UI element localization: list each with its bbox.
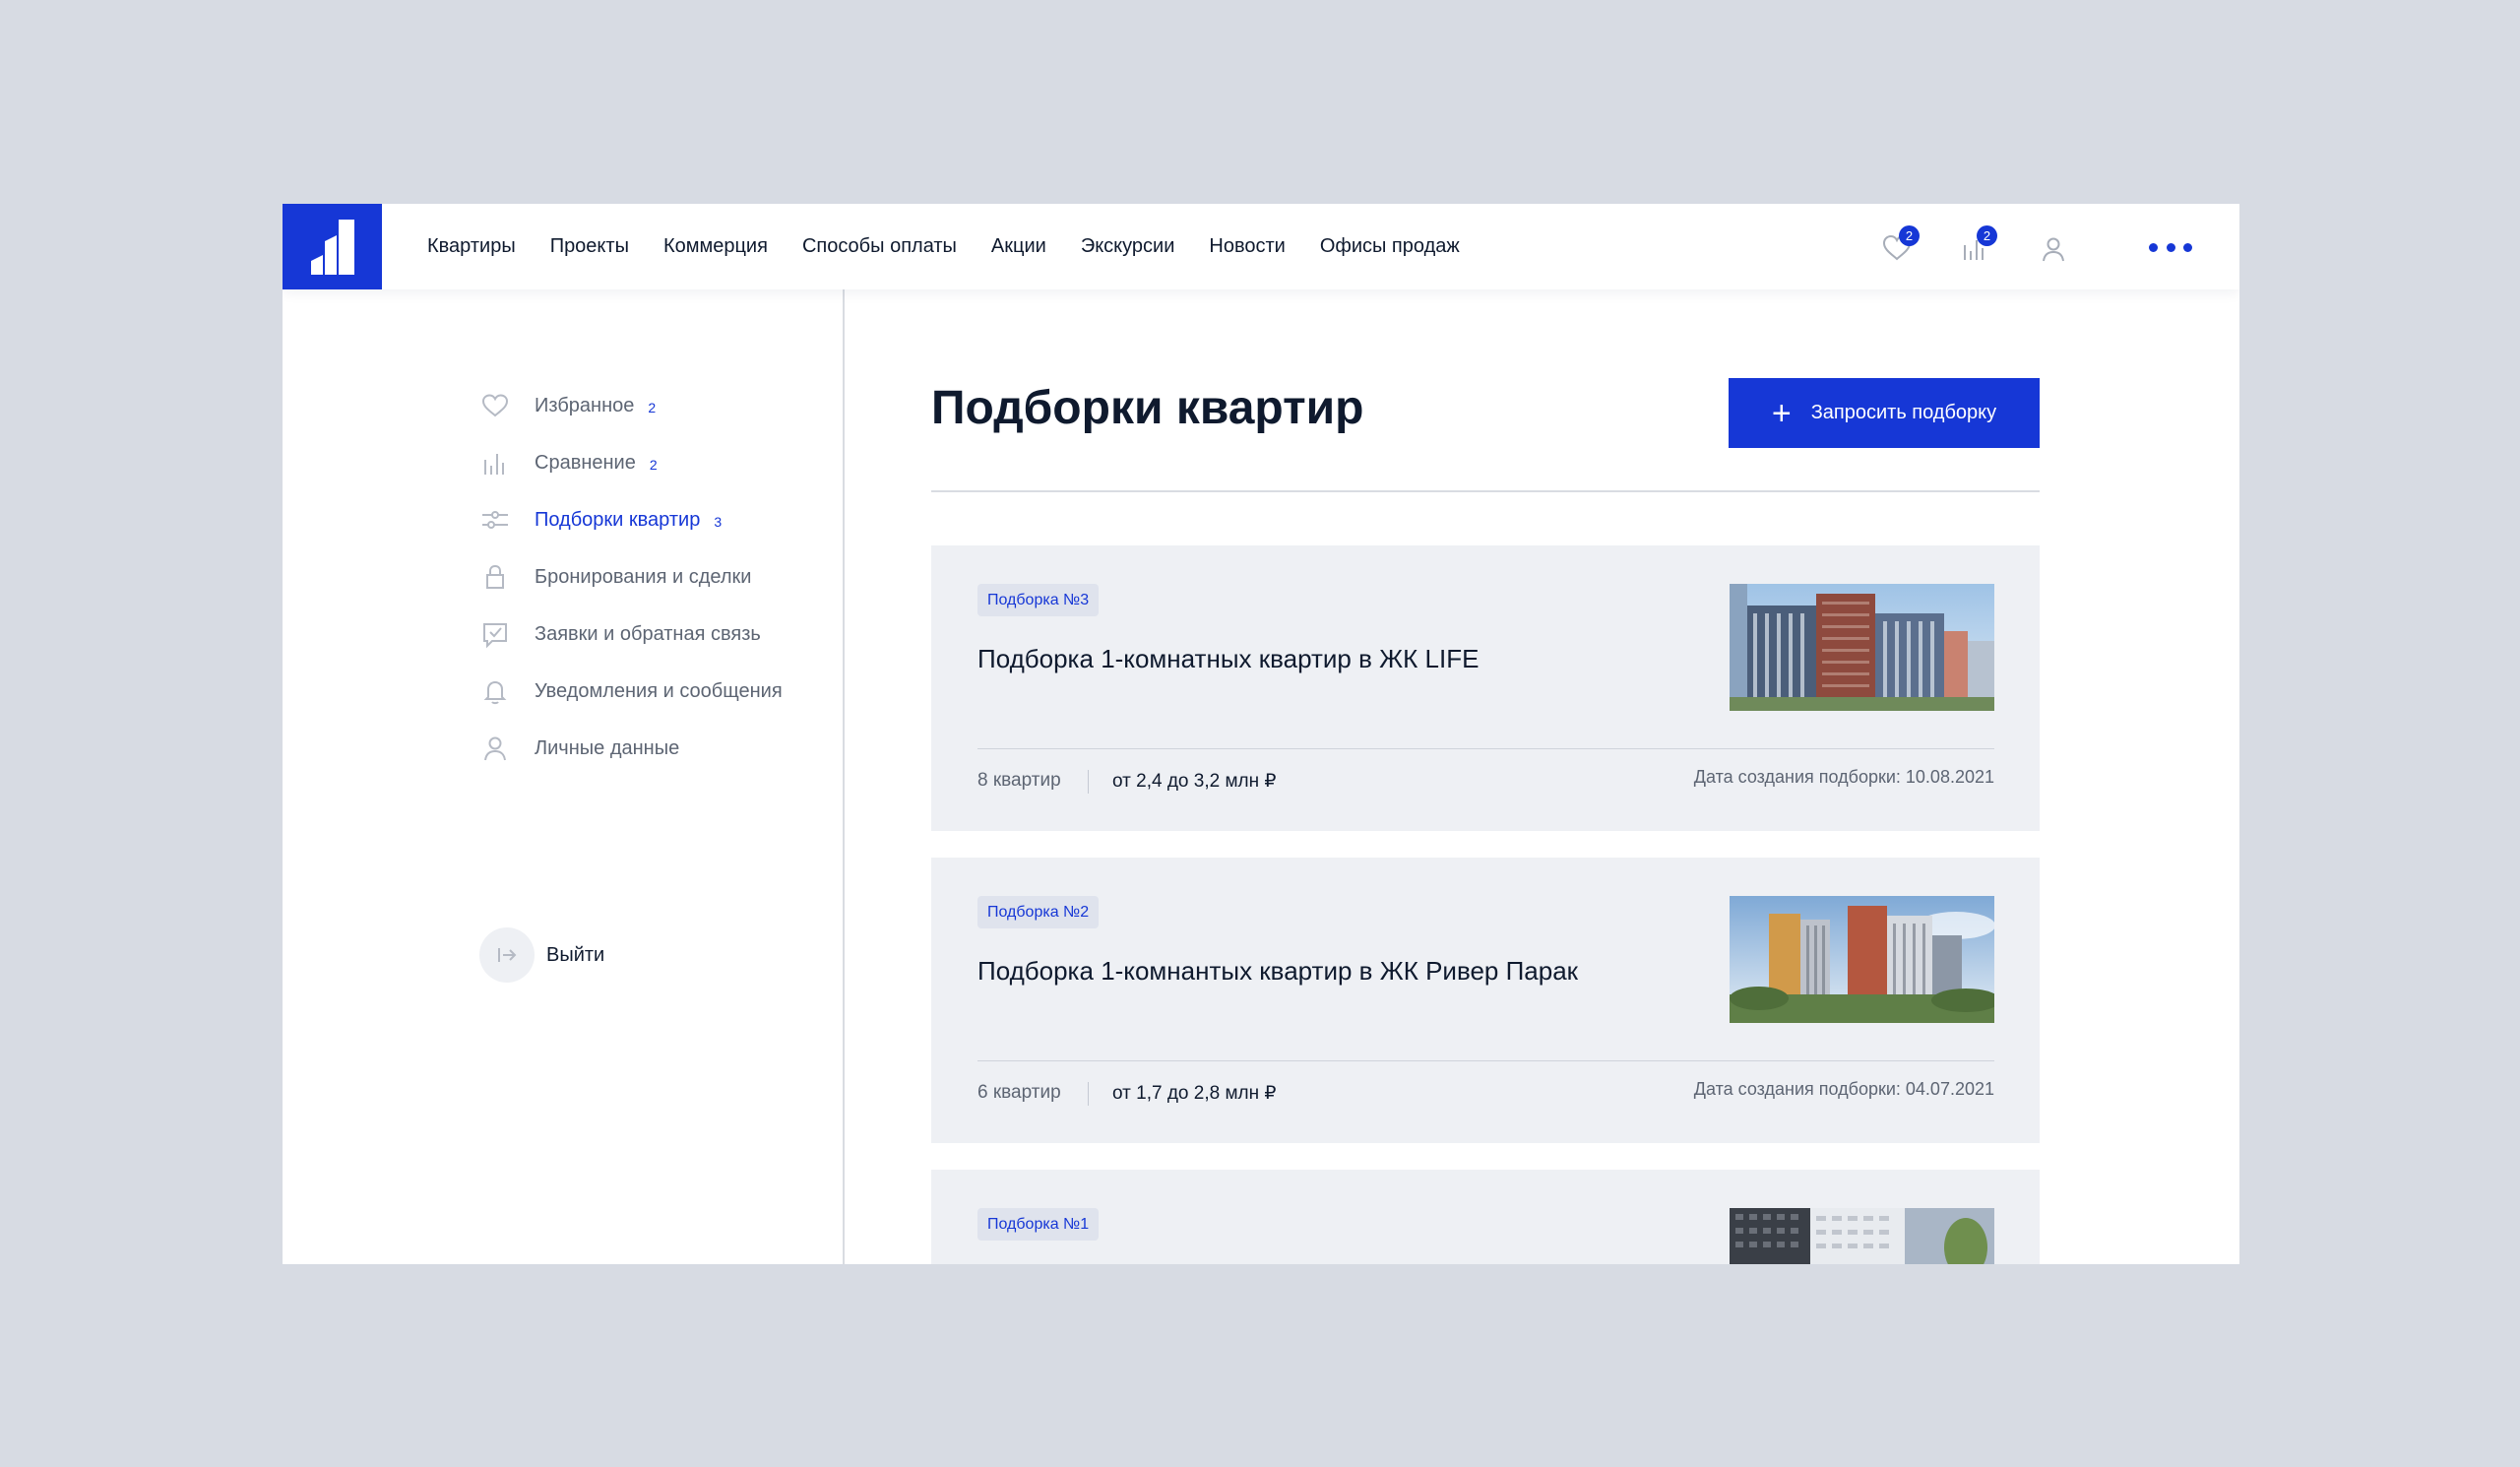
nav-promotions[interactable]: Акции: [991, 235, 1046, 258]
logo-icon: [310, 219, 354, 275]
lock-icon: [479, 561, 511, 593]
sidebar-item-requests[interactable]: Заявки и обратная связь: [479, 616, 761, 652]
request-selection-button[interactable]: + Запросить подборку: [1729, 378, 2040, 448]
favorites-badge: 2: [1899, 225, 1920, 246]
logo[interactable]: [283, 204, 382, 289]
sidebar-item-personal-data[interactable]: Личные данные: [479, 731, 679, 766]
selection-tag: Подборка №1: [977, 1208, 1100, 1241]
selection-title[interactable]: Подборка 1-комнатных квартир в ЖК LIFE: [977, 644, 1479, 674]
apartments-count: 8 квартир: [977, 770, 1061, 791]
creation-date: Дата создания подборки: 04.07.2021: [1693, 1079, 1994, 1099]
sidebar-item-bookings[interactable]: Бронирования и сделки: [479, 559, 751, 595]
selection-tag: Подборка №2: [977, 896, 1100, 928]
logout-icon: [479, 927, 535, 983]
selection-tag: Подборка №3: [977, 584, 1100, 616]
separator: [1088, 1082, 1089, 1106]
nav-commerce[interactable]: Коммерция: [663, 235, 768, 258]
chart-bars-icon: [479, 447, 511, 478]
building-image[interactable]: [1730, 1208, 1994, 1264]
compare-badge: 2: [1977, 225, 1997, 246]
logout-label: Выйти: [546, 943, 605, 966]
logout-button[interactable]: Выйти: [479, 927, 604, 983]
selection-card[interactable]: Подборка №2 Подборка 1-комнантых квартир…: [931, 858, 2040, 1143]
building-image[interactable]: [1730, 896, 1994, 1023]
dot-icon: [2166, 242, 2175, 252]
nav-excursions[interactable]: Экскурсии: [1081, 235, 1175, 258]
sidebar-item-favorites[interactable]: Избранное 2: [479, 388, 656, 423]
nav-projects[interactable]: Проекты: [550, 235, 629, 258]
apartments-count: 6 квартир: [977, 1082, 1061, 1103]
user-icon: [2043, 237, 2064, 262]
sidebar-item-label: Избранное: [535, 394, 635, 416]
bell-icon: [479, 675, 511, 707]
sidebar-divider: [843, 289, 845, 1264]
selection-card[interactable]: Подборка №1: [931, 1170, 2040, 1264]
separator: [1088, 770, 1089, 794]
sidebar-item-count: 2: [649, 457, 658, 473]
sliders-icon: [479, 504, 511, 536]
building-image[interactable]: [1730, 584, 1994, 711]
nav-apartments[interactable]: Квартиры: [427, 235, 516, 258]
more-menu-button[interactable]: [2149, 235, 2192, 259]
card-divider: [977, 748, 1994, 749]
top-header: Квартиры Проекты Коммерция Способы оплат…: [283, 204, 2239, 289]
dot-icon: [2183, 242, 2192, 252]
plus-icon: +: [1771, 394, 1792, 432]
sidebar-item-label: Бронирования и сделки: [535, 565, 752, 588]
favorites-button[interactable]: 2: [1880, 225, 1920, 265]
main-nav: Квартиры Проекты Коммерция Способы оплат…: [427, 204, 1494, 289]
sidebar-item-label: Сравнение: [535, 451, 636, 474]
sidebar-item-label: Уведомления и сообщения: [535, 679, 783, 702]
dot-icon: [2149, 242, 2158, 252]
selection-title[interactable]: Подборка 1-комнантых квартир в ЖК Ривер …: [977, 956, 1578, 987]
nav-payment-methods[interactable]: Способы оплаты: [802, 235, 957, 258]
sidebar-item-label: Заявки и обратная связь: [535, 622, 761, 645]
compare-button[interactable]: 2: [1958, 225, 1997, 265]
request-selection-label: Запросить подборку: [1810, 402, 1997, 423]
sidebar-item-label: Подборки квартир: [535, 508, 701, 531]
page-title: Подборки квартир: [931, 382, 1364, 434]
sidebar-item-notifications[interactable]: Уведомления и сообщения: [479, 673, 783, 709]
sidebar-item-count: 3: [714, 514, 723, 530]
profile-button[interactable]: [2037, 231, 2070, 265]
selection-card[interactable]: Подборка №3 Подборка 1-комнатных квартир…: [931, 545, 2040, 831]
sidebar-item-count: 2: [648, 400, 657, 415]
app-window: Квартиры Проекты Коммерция Способы оплат…: [283, 204, 2239, 1264]
creation-date: Дата создания подборки: 10.08.2021: [1693, 767, 1994, 787]
heart-icon: [479, 390, 511, 421]
nav-sales-offices[interactable]: Офисы продаж: [1320, 235, 1460, 258]
title-divider: [931, 490, 2040, 492]
nav-news[interactable]: Новости: [1209, 235, 1285, 258]
price-range: от 1,7 до 2,8 млн ₽: [1112, 1083, 1277, 1104]
sidebar-item-label: Личные данные: [535, 736, 680, 759]
user-icon: [479, 733, 511, 764]
checkbox-icon: [479, 618, 511, 650]
price-range: от 2,4 до 3,2 млн ₽: [1112, 771, 1277, 792]
sidebar-item-selections[interactable]: Подборки квартир 3: [479, 502, 722, 538]
card-divider: [977, 1060, 1994, 1061]
sidebar-item-compare[interactable]: Сравнение 2: [479, 445, 658, 480]
